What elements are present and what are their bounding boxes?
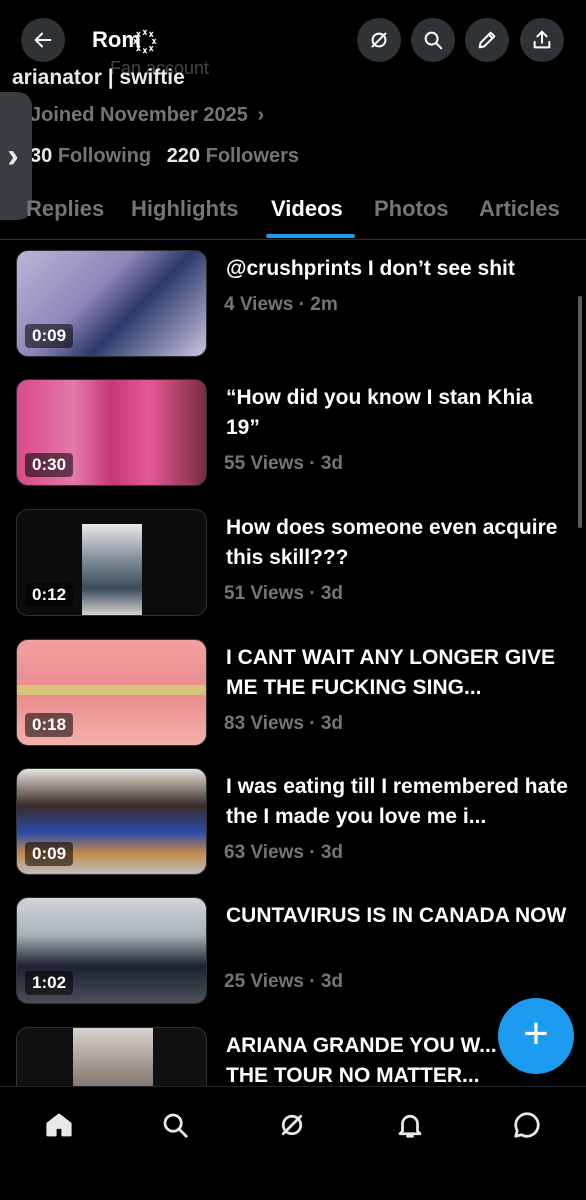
nav-grok[interactable]: [272, 1105, 312, 1145]
video-frame: [17, 685, 206, 695]
follow-stats: 30 Following 220 Followers: [30, 145, 299, 168]
video-duration: 0:09: [25, 842, 74, 866]
video-thumbnail[interactable]: 0:12: [16, 509, 207, 616]
active-tab-indicator: [266, 234, 355, 238]
chevron-right-icon: ›: [7, 136, 19, 175]
compose-button[interactable]: +: [498, 998, 574, 1074]
video-item[interactable]: 0:30 “How did you know I stan Khia 19” 5…: [0, 379, 586, 509]
grok-icon: [281, 1114, 303, 1136]
edit-button[interactable]: [465, 18, 509, 62]
tab-photos[interactable]: Photos: [374, 196, 449, 222]
video-meta: 83 Views · 3d: [224, 713, 343, 734]
tab-replies[interactable]: Replies: [26, 196, 104, 222]
following-link[interactable]: 30 Following: [30, 145, 157, 167]
bottom-nav-bar: [0, 1086, 586, 1200]
search-icon: [424, 31, 443, 50]
video-thumbnail[interactable]: 1:02: [16, 897, 207, 1004]
video-item[interactable]: 0:18 I CANT WAIT ANY LONGER GIVE ME THE …: [0, 639, 586, 769]
home-icon: [46, 1113, 72, 1137]
video-title: @crushprints I don’t see shit: [226, 257, 515, 280]
back-icon: [34, 32, 52, 48]
joined-date[interactable]: Joined November 2025 ›: [30, 104, 264, 127]
video-title: “How did you know I stan Khia 19”: [226, 386, 533, 439]
plus-icon: +: [523, 1009, 549, 1058]
video-thumbnail[interactable]: 0:09: [16, 250, 207, 357]
followers-link[interactable]: 220 Followers: [167, 145, 299, 167]
tab-articles[interactable]: Articles: [479, 196, 560, 222]
share-icon: [533, 30, 551, 49]
video-meta: 55 Views · 3d: [224, 453, 343, 474]
nav-search[interactable]: [155, 1105, 195, 1145]
followers-label: Followers: [205, 145, 299, 167]
video-meta: 4 Views · 2m: [224, 294, 338, 315]
video-item[interactable]: 1:02 CUNTAVIRUS IS IN CANADA NOW 25 View…: [0, 897, 586, 1027]
notifications-icon: [398, 1114, 422, 1138]
video-meta: 63 Views · 3d: [224, 842, 343, 863]
share-button[interactable]: [520, 18, 564, 62]
messages-icon: [514, 1112, 540, 1138]
video-duration: 1:02: [25, 971, 74, 995]
video-title: I was eating till I remembered hate the …: [226, 775, 568, 828]
video-item[interactable]: 0:09 @crushprints I don’t see shit 4 Vie…: [0, 250, 586, 380]
followers-count: 220: [166, 145, 201, 167]
following-label: Following: [57, 145, 152, 167]
video-thumbnail[interactable]: 0:18: [16, 639, 207, 746]
nav-home[interactable]: [39, 1105, 79, 1145]
joined-date-text: Joined November 2025: [30, 104, 248, 126]
profile-name: Rom: [92, 27, 141, 52]
video-duration: 0:30: [25, 453, 74, 477]
edit-icon: [478, 31, 496, 49]
video-title: I CANT WAIT ANY LONGER GIVE ME THE FUCKI…: [226, 646, 556, 699]
video-title: How does someone even acquire this skill…: [226, 516, 558, 569]
profile-bio: arianator | swiftie: [12, 66, 185, 89]
following-count: 30: [30, 145, 53, 167]
video-item[interactable]: 0:09 I was eating till I remembered hate…: [0, 768, 586, 898]
video-item[interactable]: 0:12 How does someone even acquire this …: [0, 509, 586, 639]
tab-videos[interactable]: Videos: [271, 196, 343, 222]
grok-button[interactable]: [357, 18, 401, 62]
profile-name-header: Rom꙰: [92, 26, 145, 53]
video-duration: 0:18: [25, 713, 74, 737]
nav-notifications[interactable]: [390, 1105, 430, 1145]
profile-tabs: Replies Highlights Videos Photos Article…: [0, 186, 586, 240]
video-meta: 25 Views · 3d: [224, 971, 343, 992]
chevron-right-icon: ›: [257, 104, 265, 126]
back-button[interactable]: [21, 18, 65, 62]
video-meta: 51 Views · 3d: [224, 583, 343, 604]
grok-icon: [371, 32, 387, 48]
video-duration: 0:09: [25, 324, 74, 348]
video-thumbnail[interactable]: 0:30: [16, 379, 207, 486]
video-duration: 0:12: [25, 583, 74, 607]
video-thumbnail[interactable]: 0:09: [16, 768, 207, 875]
tab-highlights[interactable]: Highlights: [131, 196, 239, 222]
video-title: CUNTAVIRUS IS IN CANADA NOW: [226, 904, 567, 927]
search-button[interactable]: [411, 18, 455, 62]
nav-messages[interactable]: [507, 1105, 547, 1145]
video-frame: [82, 524, 142, 615]
search-icon: [163, 1113, 188, 1138]
